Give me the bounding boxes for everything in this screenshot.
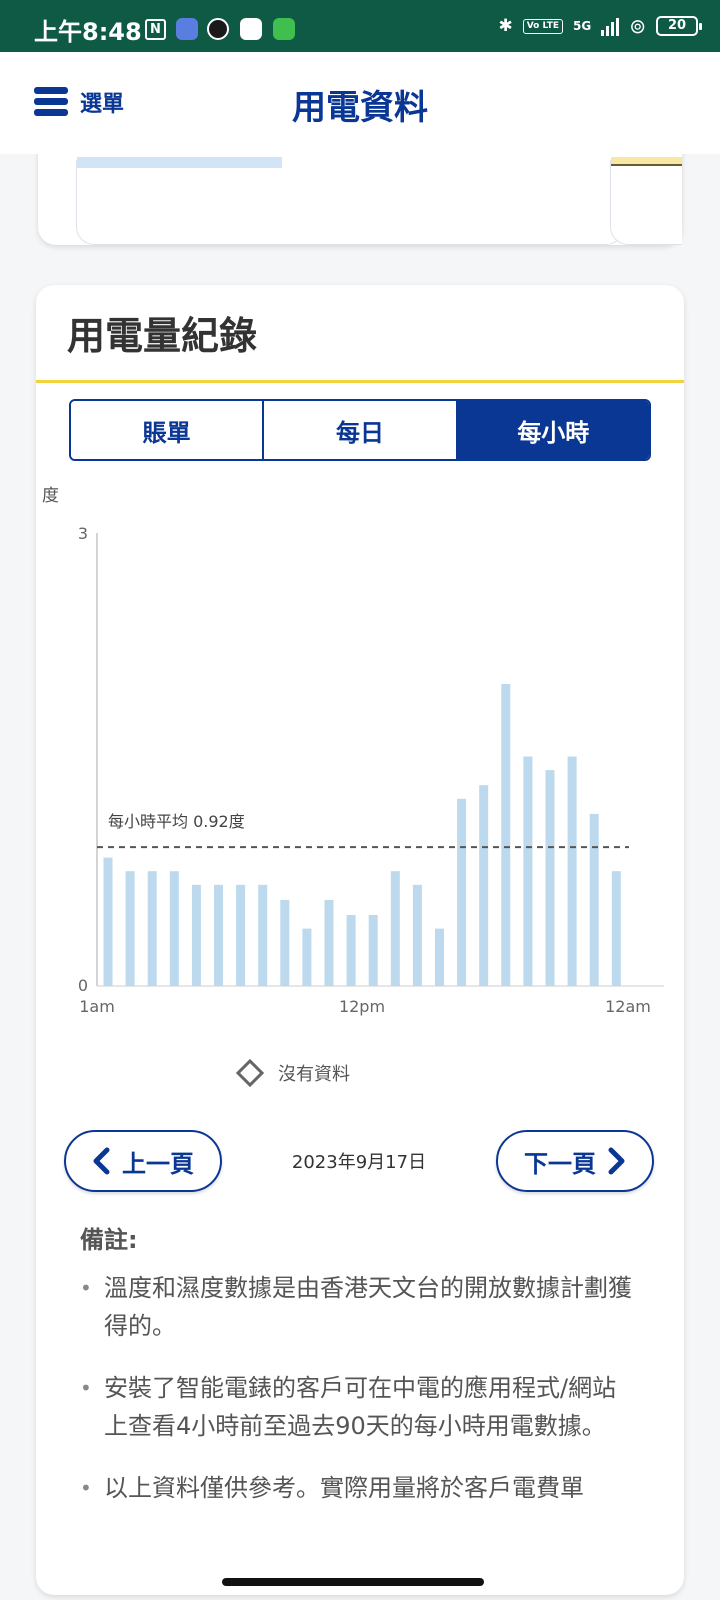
tab-bill[interactable]: 賬單 bbox=[71, 401, 263, 459]
notes-title: 備註: bbox=[80, 1226, 138, 1254]
nfc-icon: N bbox=[145, 19, 166, 40]
network-type: 5G bbox=[573, 19, 592, 33]
usage-bar[interactable] bbox=[501, 684, 511, 986]
legend-label: 沒有資料 bbox=[278, 1064, 350, 1085]
hourly-usage-chart: 度 3 0 每小時平均 0.92度 1am 12pm 12am bbox=[42, 486, 664, 1016]
date-pager: 上一頁 2023年9月17日 下一頁 bbox=[64, 1130, 654, 1194]
summary-tile-next[interactable] bbox=[610, 160, 682, 245]
summary-tile[interactable] bbox=[76, 160, 624, 245]
app-header: 選單 用電資料 bbox=[0, 52, 720, 154]
usage-bar[interactable] bbox=[214, 884, 223, 986]
usage-bar[interactable] bbox=[258, 884, 268, 986]
usage-bar[interactable] bbox=[368, 915, 378, 986]
note-item: 溫度和濕度數據是由香港天文台的開放數據計劃獲得的。 bbox=[80, 1269, 640, 1345]
usage-bar[interactable] bbox=[302, 928, 312, 986]
app-notification-icon bbox=[207, 18, 229, 40]
y-axis-label: 度 bbox=[42, 486, 59, 506]
chevron-right-icon bbox=[608, 1147, 625, 1175]
next-page-label: 下一頁 bbox=[524, 1149, 596, 1178]
volte-icon: Vo LTE bbox=[522, 18, 564, 34]
status-time: 上午8:48 bbox=[34, 18, 142, 46]
usage-bar[interactable] bbox=[103, 857, 113, 986]
chart-legend: 沒有資料 bbox=[235, 1058, 350, 1088]
bar-group bbox=[103, 684, 621, 987]
home-indicator bbox=[222, 1578, 484, 1586]
usage-bar[interactable] bbox=[479, 785, 489, 986]
usage-bar[interactable] bbox=[412, 884, 422, 986]
tab-hourly[interactable]: 每小時 bbox=[455, 401, 649, 459]
bluetooth-icon: ✱ bbox=[498, 16, 513, 36]
x-tick-label: 1am bbox=[79, 997, 115, 1016]
usage-bar[interactable] bbox=[567, 756, 577, 987]
usage-bar[interactable] bbox=[346, 915, 356, 986]
notes-list: 溫度和濕度數據是由香港天文台的開放數據計劃獲得的。 安裝了智能電錶的客戶可在中電… bbox=[80, 1269, 640, 1507]
usage-bar[interactable] bbox=[125, 871, 135, 986]
signal-icon bbox=[601, 16, 620, 36]
tab-daily[interactable]: 每日 bbox=[262, 401, 456, 459]
usage-bar[interactable] bbox=[280, 899, 290, 986]
summary-tile-next-strip bbox=[611, 157, 682, 166]
app-notification-icon bbox=[273, 18, 295, 40]
x-tick-label: 12am bbox=[605, 997, 651, 1016]
note-item: 以上資料僅供參考。實際用量將於客戶電費單 bbox=[80, 1469, 640, 1507]
usage-bar[interactable] bbox=[236, 884, 246, 986]
play-store-icon bbox=[240, 18, 262, 40]
usage-bar[interactable] bbox=[435, 928, 444, 986]
status-bar: 上午8:48 N ✱ Vo LTE 5G ⊚ 20 bbox=[0, 0, 720, 52]
app-notification-icon bbox=[176, 18, 198, 40]
y-tick-label: 0 bbox=[78, 976, 88, 995]
usage-bar[interactable] bbox=[589, 813, 599, 986]
page-title: 用電資料 bbox=[292, 88, 428, 128]
usage-bar[interactable] bbox=[523, 756, 533, 987]
hotspot-icon: ⊚ bbox=[629, 14, 646, 38]
usage-record-card: 用電量紀錄 賬單 每日 每小時 度 3 0 每小時平均 0.92度 1am 12… bbox=[36, 285, 684, 1595]
heading-divider bbox=[36, 380, 684, 383]
usage-bar[interactable] bbox=[545, 770, 555, 986]
next-page-button[interactable]: 下一頁 bbox=[496, 1130, 654, 1192]
usage-bar[interactable] bbox=[191, 884, 201, 986]
usage-bar[interactable] bbox=[390, 871, 400, 986]
status-right: ✱ Vo LTE 5G ⊚ 20 bbox=[498, 14, 702, 38]
x-tick-label: 12pm bbox=[339, 997, 385, 1016]
usage-bar[interactable] bbox=[324, 899, 334, 986]
card-heading: 用電量紀錄 bbox=[67, 314, 258, 358]
note-item: 安裝了智能電錶的客戶可在中電的應用程式/網站上查看4小時前至過去90天的每小時用… bbox=[80, 1369, 640, 1445]
summary-tile-strip bbox=[77, 157, 282, 168]
period-tabs: 賬單 每日 每小時 bbox=[69, 399, 651, 461]
diamond-icon bbox=[235, 1058, 265, 1088]
usage-bar[interactable] bbox=[457, 798, 467, 986]
average-label: 每小時平均 0.92度 bbox=[108, 812, 245, 831]
usage-bar[interactable] bbox=[169, 871, 179, 986]
y-tick-label: 3 bbox=[78, 524, 88, 543]
usage-bar[interactable] bbox=[147, 871, 157, 986]
notes-section: 備註: 溫度和濕度數據是由香港天文台的開放數據計劃獲得的。 安裝了智能電錶的客戶… bbox=[80, 1220, 640, 1531]
battery-icon: 20 bbox=[656, 16, 702, 36]
usage-bar[interactable] bbox=[611, 871, 621, 986]
